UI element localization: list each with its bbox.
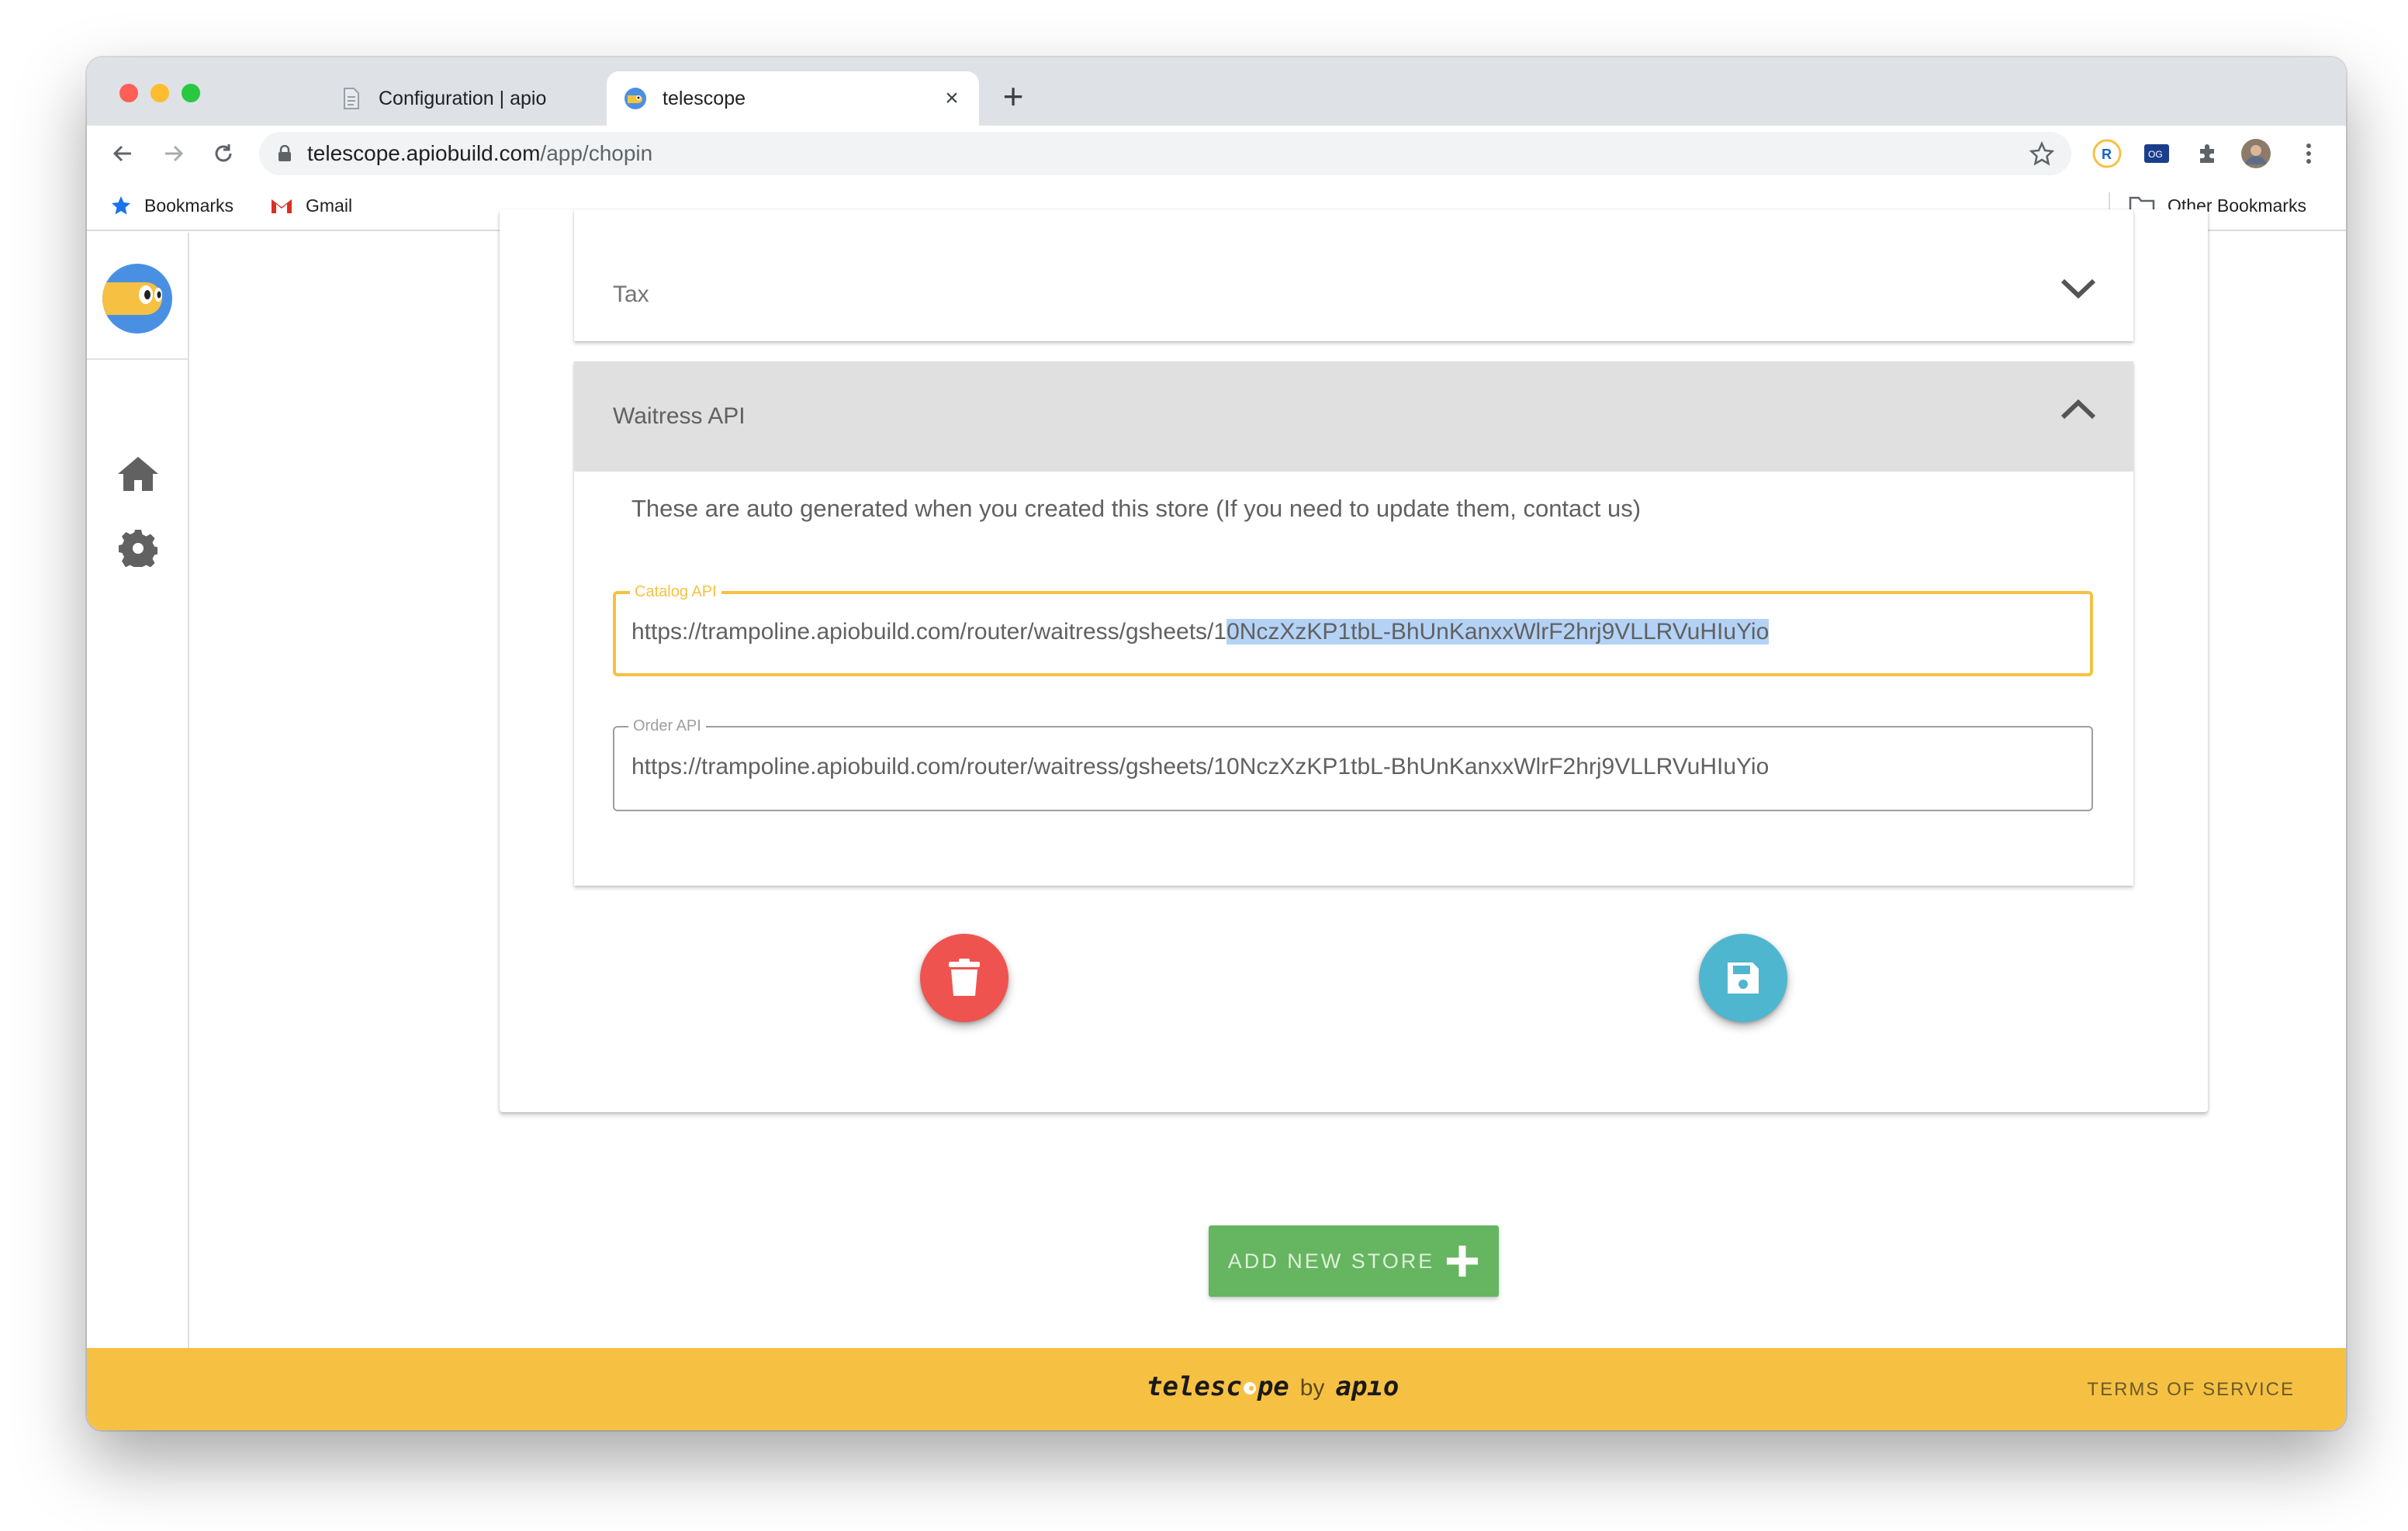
address-bar[interactable]: telescope.apiobuild.com/app/chopin [259, 132, 2071, 175]
minimize-window-button[interactable] [150, 84, 169, 102]
chevron-up-icon[interactable] [2060, 399, 2096, 420]
terms-of-service-link[interactable]: TERMS OF SERVICE [2087, 1379, 2295, 1401]
trash-icon [949, 959, 980, 996]
maximize-window-button[interactable] [182, 84, 200, 102]
panel-title: Tax [613, 282, 649, 307]
field-value[interactable]: https://trampoline.apiobuild.com/router/… [631, 619, 1770, 645]
footer: telesc pe by apıo TERMS OF SERVICE [87, 1348, 2346, 1430]
bookmark-label: Bookmarks [144, 195, 234, 216]
close-tab-icon[interactable]: × [939, 85, 965, 112]
bookmark-bookmarks[interactable]: Bookmarks [110, 192, 234, 219]
gear-icon [119, 530, 157, 567]
panel-description: These are auto generated when you create… [631, 495, 1642, 522]
sidebar-logo-area [87, 233, 188, 360]
new-tab-button[interactable]: + [996, 78, 1030, 114]
sidebar-item-settings[interactable] [116, 526, 160, 569]
more-menu-icon[interactable] [2292, 137, 2326, 171]
telescope-o-icon [1243, 1382, 1256, 1394]
footer-brand: telesc pe by apıo [1147, 1371, 1399, 1402]
reload-button[interactable] [206, 137, 240, 171]
selected-text: 0NczXzKP1tbL-BhUnKanxxWlrF2hrj9VLLRVuHIu… [1226, 619, 1770, 645]
plus-icon [1447, 1246, 1479, 1277]
gmail-icon [272, 199, 292, 213]
brand-apio: apıo [1335, 1371, 1399, 1402]
bookmark-star-icon[interactable] [2029, 141, 2054, 166]
tab-telescope[interactable]: telescope × [607, 71, 979, 126]
sidebar [87, 233, 189, 1348]
svg-text:OG: OG [2148, 149, 2163, 160]
browser-toolbar: telescope.apiobuild.com/app/chopin R OG [87, 126, 2346, 181]
document-icon [340, 87, 363, 110]
home-icon [118, 457, 158, 491]
add-new-store-button[interactable]: ADD NEW STORE [1209, 1225, 1499, 1297]
catalog-api-field[interactable]: Catalog API https://trampoline.apiobuild… [613, 582, 2093, 676]
extension-og-icon[interactable]: OG [2140, 137, 2174, 171]
url-text: telescope.apiobuild.com/app/chopin [307, 141, 653, 165]
brand-telescope: telesc pe [1147, 1371, 1289, 1402]
floppy-disk-icon [1728, 962, 1759, 994]
telescope-favicon-icon [624, 87, 647, 110]
field-label: Order API [628, 717, 706, 735]
back-button[interactable] [106, 137, 140, 171]
tab-label: telescope [663, 87, 746, 109]
order-api-field[interactable]: Order API https://trampoline.apiobuild.c… [613, 717, 2093, 811]
panel-header[interactable]: Waitress API [574, 361, 2133, 472]
extensions-puzzle-icon[interactable] [2191, 137, 2225, 171]
extension-r-icon[interactable]: R [2090, 137, 2124, 171]
arrow-left-icon [112, 145, 131, 162]
lock-icon [279, 145, 291, 161]
main-content: Tax Waitress API These are auto generate… [189, 209, 2346, 1348]
button-label: ADD NEW STORE [1227, 1249, 1435, 1273]
tab-label: Configuration | apio [379, 87, 547, 109]
field-value[interactable]: https://trampoline.apiobuild.com/router/… [631, 754, 1769, 780]
chevron-down-icon[interactable] [2060, 278, 2096, 299]
browser-window: Configuration | apio × telescope × + tel… [87, 57, 2346, 1430]
tab-strip: Configuration | apio × telescope × + [87, 57, 2346, 126]
waitress-api-panel: Waitress API These are auto generated wh… [574, 361, 2133, 886]
arrow-right-icon [165, 145, 184, 162]
app-viewport: Tax Waitress API These are auto generate… [87, 209, 2346, 1430]
save-store-button[interactable] [1699, 934, 1787, 1022]
bookmark-gmail[interactable]: Gmail [270, 192, 352, 219]
svg-text:R: R [2102, 147, 2112, 162]
panel-title: Waitress API [613, 403, 746, 429]
brand-by: by [1299, 1375, 1325, 1401]
tax-panel[interactable]: Tax [574, 209, 2133, 341]
forward-button[interactable] [157, 137, 191, 171]
close-window-button[interactable] [119, 84, 138, 102]
telescope-logo[interactable] [102, 264, 172, 334]
star-icon [112, 196, 130, 215]
delete-store-button[interactable] [920, 934, 1009, 1022]
store-card: Tax Waitress API These are auto generate… [500, 209, 2208, 1112]
sidebar-item-home[interactable] [116, 451, 160, 495]
reload-icon [215, 144, 232, 162]
profile-avatar[interactable] [2239, 137, 2273, 171]
field-label: Catalog API [630, 582, 721, 601]
bookmark-label: Gmail [306, 195, 353, 216]
